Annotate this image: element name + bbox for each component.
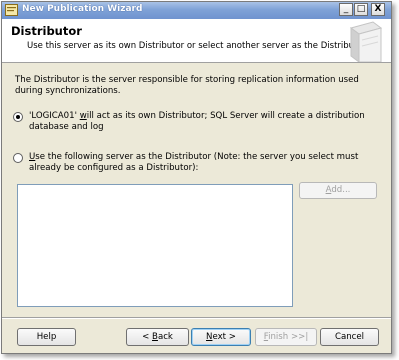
page-subtitle: Use this server as its own Distributor o…	[27, 41, 368, 51]
footer-divider	[2, 317, 391, 319]
wizard-header: Distributor Use this server as its own D…	[2, 19, 391, 63]
other-distributor-label[interactable]: Use the following server as the Distribu…	[29, 152, 379, 173]
wizard-icon	[5, 4, 18, 16]
own-distributor-radio[interactable]	[13, 112, 23, 122]
other-distributor-radio[interactable]	[13, 153, 23, 163]
wizard-window: New Publication Wizard _ □ X Distributor…	[1, 1, 392, 354]
back-button[interactable]: < Back	[126, 328, 189, 346]
finish-button[interactable]: Finish >>|	[255, 328, 317, 346]
window-title: New Publication Wizard	[22, 4, 143, 14]
server-graphic-icon	[349, 21, 383, 62]
next-button[interactable]: Next >	[191, 328, 251, 346]
own-distributor-label[interactable]: 'LOGICA01' will act as its own Distribut…	[29, 111, 381, 132]
help-button[interactable]: Help	[17, 328, 76, 346]
page-title: Distributor	[11, 24, 82, 38]
close-icon[interactable]: X	[371, 3, 385, 16]
add-button[interactable]: Add...	[299, 182, 377, 199]
cancel-button[interactable]: Cancel	[320, 328, 379, 346]
title-bar[interactable]: New Publication Wizard _ □ X	[2, 2, 391, 19]
description-text: The Distributor is the server responsibl…	[15, 75, 359, 96]
distributor-server-list[interactable]	[17, 184, 293, 307]
maximize-icon[interactable]: □	[354, 3, 368, 16]
minimize-icon[interactable]: _	[339, 3, 353, 16]
